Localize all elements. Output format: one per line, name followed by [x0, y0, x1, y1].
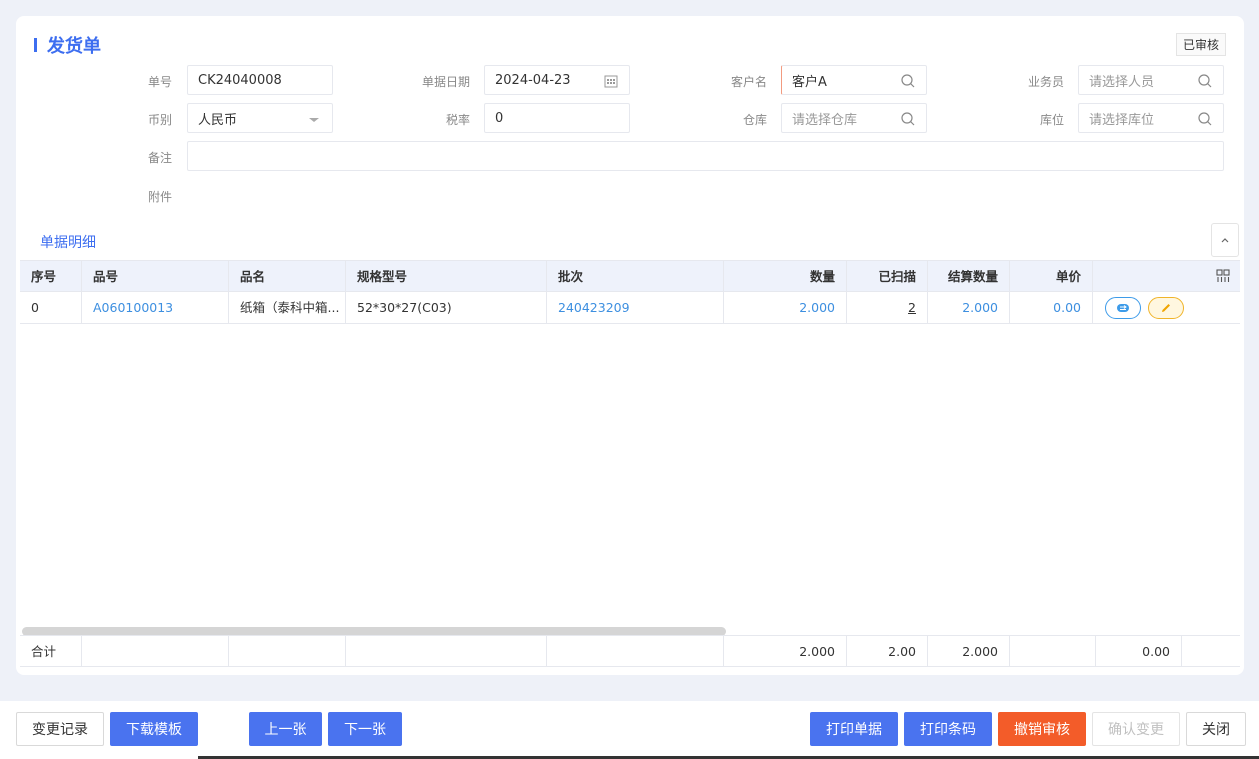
cell-spec: 52*30*27(C03) [346, 292, 547, 323]
salesman-field[interactable]: 请选择人员 [1078, 65, 1224, 95]
replace-button[interactable] [1105, 297, 1141, 319]
customer-value: 客户A [792, 74, 827, 90]
footer-empty [547, 636, 724, 667]
location-field[interactable]: 请选择库位 [1078, 103, 1224, 133]
col-scanned[interactable]: 已扫描 [847, 261, 928, 292]
footer-price: 0.00 [1096, 636, 1182, 667]
title-accent-bar [34, 38, 37, 52]
doc-date-value: 2024-04-23 [495, 72, 571, 88]
footer-empty [1010, 636, 1096, 667]
remark-label: 备注 [147, 151, 172, 165]
tax-rate-label: 税率 [445, 113, 470, 127]
tab-detail[interactable]: 单据明细 [40, 232, 96, 262]
doc-date-label: 单据日期 [421, 75, 470, 89]
prev-button[interactable]: 上一张 [249, 712, 322, 746]
footer-empty [229, 636, 346, 667]
warehouse-placeholder: 请选择仓库 [792, 112, 858, 128]
close-button[interactable]: 关闭 [1186, 712, 1246, 746]
swap-icon [1117, 304, 1129, 312]
footer-settle-qty: 2.000 [928, 636, 1010, 667]
change-log-button[interactable]: 变更记录 [16, 712, 104, 746]
revoke-audit-button[interactable]: 撤销审核 [998, 712, 1086, 746]
print-doc-button[interactable]: 打印单据 [810, 712, 898, 746]
collapse-button[interactable] [1211, 223, 1239, 257]
footer-empty [1182, 636, 1240, 667]
download-template-button[interactable]: 下载模板 [110, 712, 198, 746]
pencil-icon [1162, 304, 1170, 312]
col-settle-qty[interactable]: 结算数量 [928, 261, 1010, 292]
column-settings-icon[interactable] [1216, 269, 1230, 283]
tax-rate-value: 0 [495, 110, 504, 126]
tax-rate-field[interactable]: 0 [484, 103, 630, 133]
page-title-text: 发货单 [47, 36, 101, 57]
col-item-name[interactable]: 品名 [229, 261, 346, 292]
table-header: 序号 品号 品名 规格型号 批次 数量 已扫描 结算数量 单价 [20, 261, 1240, 292]
warehouse-field[interactable]: 请选择仓库 [781, 103, 927, 133]
footer-label: 合计 [20, 636, 82, 667]
table-footer: 合计 2.000 2.00 2.000 0.00 [20, 635, 1240, 667]
footer-qty: 2.000 [724, 636, 847, 667]
chevron-down-icon [309, 118, 319, 122]
order-no-field[interactable]: CK24040008 [187, 65, 333, 95]
calendar-icon[interactable] [603, 73, 619, 89]
status-badge: 已审核 [1175, 33, 1226, 56]
page-title: 发货单 [34, 32, 101, 58]
currency-value: 人民币 [198, 112, 238, 128]
col-actions [1093, 261, 1240, 292]
cell-qty: 2.000 [724, 292, 847, 323]
action-bar: 变更记录 下载模板 上一张 下一张 打印单据 打印条码 撤销审核 确认变更 关闭 [0, 701, 1259, 759]
customer-field[interactable]: 客户A [781, 65, 927, 95]
cell-batch-link[interactable]: 240423209 [547, 292, 724, 323]
currency-label: 币别 [147, 113, 172, 127]
remark-field[interactable] [187, 141, 1224, 171]
search-icon[interactable] [1197, 73, 1213, 89]
cell-scanned-link[interactable]: 2 [847, 292, 928, 323]
search-icon[interactable] [1197, 111, 1213, 127]
search-icon[interactable] [900, 111, 916, 127]
location-label: 库位 [1039, 113, 1064, 127]
order-no-label: 单号 [147, 75, 172, 89]
col-item-no[interactable]: 品号 [82, 261, 229, 292]
footer-empty [82, 636, 229, 667]
location-placeholder: 请选择库位 [1089, 112, 1155, 128]
edit-button[interactable] [1148, 297, 1184, 319]
print-barcode-button[interactable]: 打印条码 [904, 712, 992, 746]
chevron-up-icon [1221, 238, 1229, 243]
cell-seq: 0 [20, 292, 82, 323]
cell-item-no-link[interactable]: A060100013 [82, 292, 229, 323]
cell-settle-qty: 2.000 [928, 292, 1010, 323]
search-icon[interactable] [900, 73, 916, 89]
confirm-change-button[interactable]: 确认变更 [1092, 712, 1180, 746]
table-row[interactable]: 0 A060100013 纸箱（泰科中箱... 52*30*27(C03) 24… [20, 292, 1240, 324]
col-spec[interactable]: 规格型号 [346, 261, 547, 292]
next-button[interactable]: 下一张 [328, 712, 402, 746]
footer-empty [346, 636, 547, 667]
attachment-label: 附件 [147, 190, 172, 204]
detail-table: 序号 品号 品名 规格型号 批次 数量 已扫描 结算数量 单价 0 A06010… [20, 260, 1240, 667]
footer-scanned: 2.00 [847, 636, 928, 667]
col-seq[interactable]: 序号 [20, 261, 82, 292]
customer-label: 客户名 [730, 75, 767, 89]
currency-select[interactable]: 人民币 [187, 103, 333, 133]
salesman-placeholder: 请选择人员 [1089, 74, 1155, 90]
salesman-label: 业务员 [1027, 75, 1064, 89]
order-no-value: CK24040008 [198, 72, 282, 88]
warehouse-label: 仓库 [742, 113, 767, 127]
order-card: 发货单 已审核 单号 CK24040008 单据日期 2024-04-23 客户… [16, 16, 1244, 675]
col-qty[interactable]: 数量 [724, 261, 847, 292]
cell-price: 0.00 [1010, 292, 1093, 323]
doc-date-field[interactable]: 2024-04-23 [484, 65, 630, 95]
col-price[interactable]: 单价 [1010, 261, 1093, 292]
cell-actions [1093, 292, 1240, 323]
col-batch[interactable]: 批次 [547, 261, 724, 292]
cell-item-name: 纸箱（泰科中箱... [229, 292, 346, 323]
